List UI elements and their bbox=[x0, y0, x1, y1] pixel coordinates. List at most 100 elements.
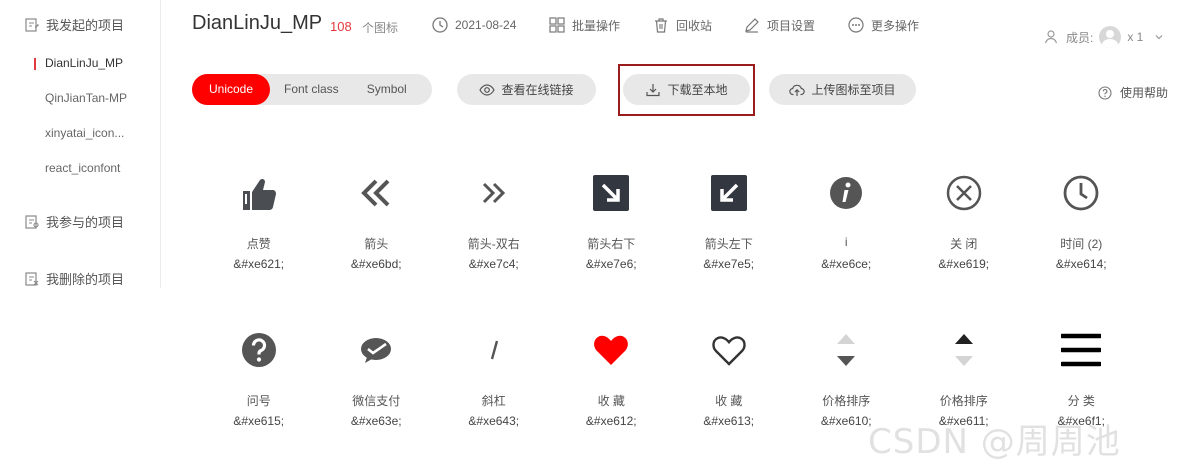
project-settings-button[interactable]: 项目设置 bbox=[743, 16, 815, 34]
sidebar-project-qinjiantan[interactable]: QinJianTan-MP bbox=[45, 91, 135, 105]
more-actions-label: 更多操作 bbox=[871, 18, 920, 33]
icon-card[interactable]: 箭头 &#xe6bd; bbox=[318, 168, 436, 325]
icon-code: &#xe63e; bbox=[350, 414, 402, 428]
sidebar-joined-label: 我参与的项目 bbox=[46, 215, 125, 230]
tab-unicode[interactable]: Unicode bbox=[192, 74, 270, 105]
sort-down-icon bbox=[825, 325, 867, 375]
more-actions-button[interactable]: 更多操作 bbox=[847, 16, 919, 34]
close-circle-icon bbox=[943, 168, 985, 218]
icon-card[interactable]: 箭头-双右 &#xe7c4; bbox=[435, 168, 553, 325]
icon-card[interactable]: 价格排序 &#xe610; bbox=[788, 325, 906, 468]
sidebar-deleted-projects[interactable]: 我删除的项目 bbox=[24, 269, 124, 288]
highlight-frame bbox=[618, 64, 755, 116]
icon-card[interactable]: 收 藏 &#xe613; bbox=[670, 325, 788, 468]
icon-code: &#xe615; bbox=[233, 414, 285, 428]
icon-name: 收 藏 bbox=[597, 394, 625, 408]
chevron-down-icon bbox=[1155, 35, 1163, 40]
recycle-bin-button[interactable]: 回收站 bbox=[652, 16, 712, 34]
icon-card[interactable]: 分 类 &#xe6f1; bbox=[1023, 325, 1141, 468]
icon-code: &#xe611; bbox=[938, 414, 989, 428]
help-icon bbox=[1098, 85, 1112, 100]
icon-name: 斜杠 bbox=[481, 394, 506, 408]
icon-name: 微信支付 bbox=[352, 394, 401, 408]
trash-icon bbox=[655, 18, 667, 33]
help-link[interactable]: 使用帮助 bbox=[1098, 84, 1168, 101]
more-icon bbox=[848, 17, 864, 33]
icon-card[interactable]: 问号 &#xe615; bbox=[200, 325, 318, 468]
icon-name: 箭头右下 bbox=[587, 237, 636, 251]
cloud-upload-icon bbox=[789, 84, 806, 96]
icon-code: &#xe643; bbox=[468, 414, 520, 428]
sidebar: 我发起的项目 DianLinJu_MP QinJianTan-MP xinyat… bbox=[0, 0, 161, 288]
icon-name: 分 类 bbox=[1067, 394, 1095, 408]
active-project-marker bbox=[34, 58, 36, 70]
icon-grid: 点赞 &#xe621; 箭头 &#xe6bd; 箭头-双右 &#xe7c4; 箭… bbox=[200, 168, 1146, 468]
document-deleted-icon bbox=[25, 271, 39, 286]
members-dropdown[interactable]: 成员: x 1 bbox=[1044, 26, 1165, 48]
icon-code: &#xe610; bbox=[820, 414, 872, 428]
icon-count-label: 个图标 bbox=[362, 21, 399, 35]
icon-name: 问号 bbox=[246, 394, 271, 408]
arrow-down-left-icon bbox=[708, 168, 750, 218]
icon-code: &#xe7e6; bbox=[585, 257, 637, 271]
icon-count: 108 bbox=[330, 19, 352, 34]
icon-code: &#xe621; bbox=[233, 257, 285, 271]
double-chevron-left-icon bbox=[355, 168, 397, 218]
view-online-link-button[interactable]: 查看在线链接 bbox=[457, 74, 596, 105]
eye-icon bbox=[479, 83, 496, 96]
sidebar-joined-projects[interactable]: 我参与的项目 bbox=[24, 212, 124, 231]
thumbs-up-icon bbox=[238, 168, 280, 218]
icon-name: 价格排序 bbox=[939, 394, 988, 408]
icon-card[interactable]: i &#xe6ce; bbox=[788, 168, 906, 325]
icon-card[interactable]: 箭头右下 &#xe7e6; bbox=[553, 168, 671, 325]
sort-up-icon bbox=[943, 325, 985, 375]
question-icon bbox=[238, 325, 280, 375]
users-icon bbox=[1044, 30, 1058, 44]
sidebar-deleted-label: 我删除的项目 bbox=[46, 272, 125, 287]
grid-icon bbox=[549, 17, 565, 33]
edit-icon bbox=[745, 18, 759, 33]
heart-outline-icon bbox=[708, 325, 750, 375]
icon-name: 时间 (2) bbox=[1060, 237, 1103, 251]
icon-card[interactable]: 斜杠 &#xe643; bbox=[435, 325, 553, 468]
sidebar-project-react-iconfont[interactable]: react_iconfont bbox=[45, 161, 135, 175]
members-label: 成员: bbox=[1066, 30, 1094, 45]
icon-card[interactable]: 价格排序 &#xe611; bbox=[905, 325, 1023, 468]
icon-card[interactable]: 微信支付 &#xe63e; bbox=[318, 325, 436, 468]
icon-name: 箭头-双右 bbox=[467, 237, 520, 251]
sidebar-project-xinyatai[interactable]: xinyatai_icon... bbox=[45, 126, 135, 140]
icon-code: &#xe6bd; bbox=[350, 257, 402, 271]
icon-card[interactable]: 箭头左下 &#xe7e5; bbox=[670, 168, 788, 325]
created-date-text: 2021-08-24 bbox=[455, 18, 517, 32]
members-count: x 1 bbox=[1127, 30, 1144, 44]
icon-code: &#xe614; bbox=[1055, 257, 1107, 271]
double-chevron-right-icon bbox=[473, 168, 515, 218]
icon-card[interactable]: 收 藏 &#xe612; bbox=[553, 325, 671, 468]
icon-card[interactable]: 关 闭 &#xe619; bbox=[905, 168, 1023, 325]
help-label: 使用帮助 bbox=[1120, 86, 1169, 100]
heart-filled-icon bbox=[590, 325, 632, 375]
sidebar-project-dianlinju[interactable]: DianLinJu_MP bbox=[45, 56, 135, 70]
recycle-bin-label: 回收站 bbox=[676, 18, 713, 33]
tab-symbol[interactable]: Symbol bbox=[353, 74, 421, 105]
avatar bbox=[1099, 26, 1122, 48]
clock-icon bbox=[432, 17, 448, 33]
format-tabs: Unicode Font class Symbol bbox=[192, 74, 432, 105]
tab-font-class[interactable]: Font class bbox=[270, 74, 353, 105]
upload-icons-button[interactable]: 上传图标至项目 bbox=[769, 74, 916, 105]
batch-operation-button[interactable]: 批量操作 bbox=[548, 16, 620, 34]
info-icon bbox=[825, 168, 867, 218]
icon-name: i bbox=[844, 235, 848, 249]
icon-name: 点赞 bbox=[246, 237, 271, 251]
icon-name: 箭头 bbox=[364, 237, 389, 251]
document-search-icon bbox=[25, 214, 39, 229]
icon-name: 箭头左下 bbox=[704, 237, 753, 251]
icon-card[interactable]: 时间 (2) &#xe614; bbox=[1023, 168, 1141, 325]
icon-name: 收 藏 bbox=[715, 394, 743, 408]
sidebar-created-label: 我发起的项目 bbox=[46, 18, 125, 33]
icon-code: &#xe7e5; bbox=[703, 257, 755, 271]
icon-card[interactable]: 点赞 &#xe621; bbox=[200, 168, 318, 325]
sidebar-created-projects[interactable]: 我发起的项目 bbox=[24, 15, 124, 34]
icon-code: &#xe6ce; bbox=[821, 257, 872, 271]
icon-code: &#xe7c4; bbox=[468, 257, 519, 271]
